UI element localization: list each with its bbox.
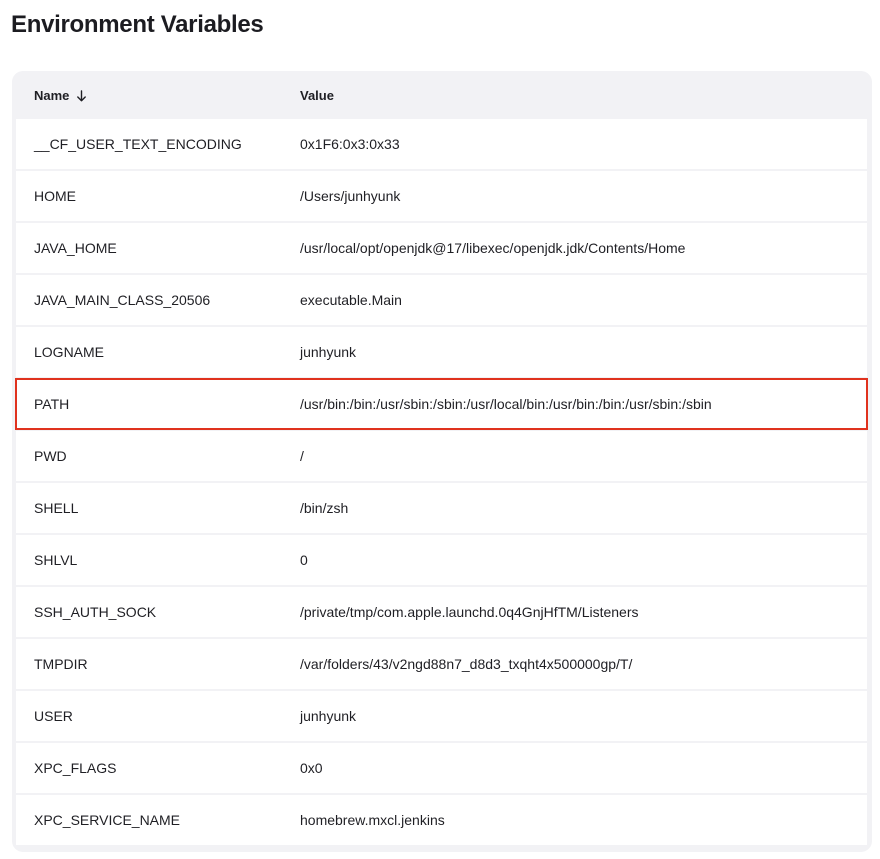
cell-variable-value: / [300,448,304,464]
table-row[interactable]: XPC_FLAGS 0x0 [16,743,867,793]
cell-variable-name: XPC_FLAGS [34,760,117,776]
cell-variable-name: JAVA_MAIN_CLASS_20506 [34,292,211,308]
table-row[interactable]: XPC_SERVICE_NAME homebrew.mxcl.jenkins [16,795,867,845]
column-header-value[interactable]: Value [300,88,334,103]
cell-variable-value: /private/tmp/com.apple.launchd.0q4GnjHfT… [300,604,639,620]
table-body: __CF_USER_TEXT_ENCODING 0x1F6:0x3:0x33 HOM… [15,119,868,847]
cell-variable-name: SSH_AUTH_SOCK [34,604,157,620]
table-header: Name Value [12,71,872,119]
env-variables-table: Name Value __CF_USER_TEXT_ENCODING 0x1F6:… [12,71,872,852]
table-row[interactable]: TMPDIR/var/folders/43/v2ngd88n7_d8d3_txq… [16,639,867,689]
column-header-value-label: Value [300,88,334,103]
cell-variable-name: SHLVL [34,552,78,568]
cell-variable-value: /Users/junhyunk [300,188,401,204]
table-row[interactable]: __CF_USER_TEXT_ENCODING 0x1F6:0x3:0x33 [16,119,867,169]
cell-variable-value: executable.Main [300,292,402,308]
cell-variable-value: junhyunk [300,708,357,724]
arrow-down-icon [76,89,87,102]
cell-variable-value: /var/folders/43/v2ngd88n7_d8d3_txqht4x50… [300,656,633,672]
table-row[interactable]: HOME/Users/junhyunk [16,171,867,221]
table-row-highlighted[interactable]: PATH/usr/bin:/bin:/usr/sbin:/sbin:/usr/l… [15,378,868,430]
table-row[interactable]: SHELL/bin/zsh [16,483,867,533]
cell-variable-name: LOGNAME [34,344,105,360]
cell-variable-value: 0 [300,552,308,568]
cell-variable-value: homebrew.mxcl.jenkins [300,812,445,828]
page-title: Environment Variables [11,11,264,38]
cell-variable-name: JAVA_HOME [34,240,117,256]
table-row[interactable]: PWD / [16,431,867,481]
table-row[interactable]: LOGNAME junhyunk [16,327,867,377]
cell-variable-value: junhyunk [300,344,357,360]
cell-variable-name: USER [34,708,73,724]
cell-variable-name: __CF_USER_TEXT_ENCODING [34,136,242,152]
table-row[interactable]: SSH_AUTH_SOCK/private/tmp/com.apple.laun… [16,587,867,637]
cell-variable-value: /usr/local/opt/openjdk@17/libexec/openjd… [300,240,686,256]
cell-variable-value: /bin/zsh [300,500,349,516]
cell-variable-name: XPC_SERVICE_NAME [34,812,181,828]
cell-variable-name: PATH [34,396,70,412]
table-row[interactable]: JAVA_MAIN_CLASS_20506 executable.Main [16,275,867,325]
cell-variable-value: 0x0 [300,760,323,776]
table-row[interactable]: SHLVL 0 [16,535,867,585]
cell-variable-name: SHELL [34,500,79,516]
cell-variable-name: HOME [34,188,76,204]
cell-variable-value: /usr/bin:/bin:/usr/sbin:/sbin:/usr/local… [300,396,712,412]
cell-variable-name: TMPDIR [34,656,88,672]
table-row[interactable]: USER junhyunk [16,691,867,741]
column-header-name-label: Name [34,88,70,103]
cell-variable-name: PWD [34,448,67,464]
column-header-name[interactable]: Name [34,88,87,103]
table-row[interactable]: JAVA_HOME/usr/local/opt/openjdk@17/libex… [16,223,867,273]
cell-variable-value: 0x1F6:0x3:0x33 [300,136,400,152]
